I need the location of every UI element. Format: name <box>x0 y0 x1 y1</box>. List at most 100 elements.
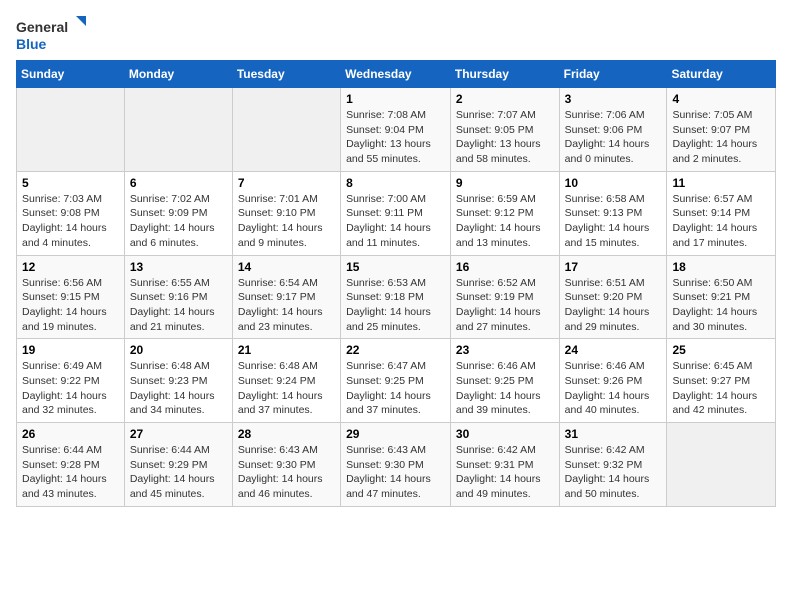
calendar-table: SundayMondayTuesdayWednesdayThursdayFrid… <box>16 60 776 507</box>
calendar-cell: 11Sunrise: 6:57 AM Sunset: 9:14 PM Dayli… <box>667 171 776 255</box>
day-info: Sunrise: 6:57 AM Sunset: 9:14 PM Dayligh… <box>672 192 770 251</box>
day-info: Sunrise: 6:48 AM Sunset: 9:24 PM Dayligh… <box>238 359 335 418</box>
day-info: Sunrise: 6:48 AM Sunset: 9:23 PM Dayligh… <box>130 359 227 418</box>
day-header-sunday: Sunday <box>17 61 125 88</box>
calendar-cell: 18Sunrise: 6:50 AM Sunset: 9:21 PM Dayli… <box>667 255 776 339</box>
day-header-thursday: Thursday <box>450 61 559 88</box>
svg-text:Blue: Blue <box>16 36 47 52</box>
logo: General Blue <box>16 16 86 52</box>
day-info: Sunrise: 7:03 AM Sunset: 9:08 PM Dayligh… <box>22 192 119 251</box>
calendar-cell: 12 Sunrise: 6:56 AM Sunset: 9:15 PM Dayli… <box>17 255 125 339</box>
day-info: Sunrise: 7:01 AM Sunset: 9:10 PM Dayligh… <box>238 192 335 251</box>
day-number: 22 <box>346 343 445 357</box>
day-info: Sunrise: 6:59 AM Sunset: 9:12 PM Dayligh… <box>456 192 554 251</box>
calendar-cell <box>232 88 340 172</box>
logo-svg: General Blue <box>16 16 86 52</box>
day-number: 5 <box>22 176 119 190</box>
week-row-3: 12 Sunrise: 6:56 AM Sunset: 9:15 PM Dayli… <box>17 255 776 339</box>
day-info: Sunrise: 6:54 AM Sunset: 9:17 PM Dayligh… <box>238 276 335 335</box>
calendar-cell: 3 Sunrise: 7:06 AM Sunset: 9:06 PM Daylig… <box>559 88 667 172</box>
day-info: Sunrise: 6:42 AM Sunset: 9:32 PM Dayligh… <box>565 443 662 502</box>
day-number: 4 <box>672 92 770 106</box>
day-number: 24 <box>565 343 662 357</box>
day-info: Sunrise: 6:42 AM Sunset: 9:31 PM Dayligh… <box>456 443 554 502</box>
calendar-cell: 27Sunrise: 6:44 AM Sunset: 9:29 PM Dayli… <box>124 423 232 507</box>
day-header-friday: Friday <box>559 61 667 88</box>
day-info: Sunrise: 7:07 AM Sunset: 9:05 PM Dayligh… <box>456 108 554 167</box>
day-number: 1 <box>346 92 445 106</box>
day-info: Sunrise: 6:49 AM Sunset: 9:22 PM Dayligh… <box>22 359 119 418</box>
day-number: 20 <box>130 343 227 357</box>
calendar-cell <box>667 423 776 507</box>
day-number: 12 <box>22 260 119 274</box>
week-row-1: 1 Sunrise: 7:08 AM Sunset: 9:04 PM Daylig… <box>17 88 776 172</box>
calendar-cell: 21 Sunrise: 6:48 AM Sunset: 9:24 PM Dayli… <box>232 339 340 423</box>
calendar-cell: 14 Sunrise: 6:54 AM Sunset: 9:17 PM Dayli… <box>232 255 340 339</box>
calendar-cell: 25 Sunrise: 6:45 AM Sunset: 9:27 PM Dayli… <box>667 339 776 423</box>
calendar-cell: 10Sunrise: 6:58 AM Sunset: 9:13 PM Dayli… <box>559 171 667 255</box>
day-header-wednesday: Wednesday <box>341 61 451 88</box>
day-header-monday: Monday <box>124 61 232 88</box>
day-number: 14 <box>238 260 335 274</box>
day-info: Sunrise: 6:45 AM Sunset: 9:27 PM Dayligh… <box>672 359 770 418</box>
day-info: Sunrise: 7:06 AM Sunset: 9:06 PM Dayligh… <box>565 108 662 167</box>
week-row-2: 5 Sunrise: 7:03 AM Sunset: 9:08 PM Daylig… <box>17 171 776 255</box>
day-number: 21 <box>238 343 335 357</box>
day-number: 6 <box>130 176 227 190</box>
calendar-cell: 24 Sunrise: 6:46 AM Sunset: 9:26 PM Dayli… <box>559 339 667 423</box>
calendar-cell: 13Sunrise: 6:55 AM Sunset: 9:16 PM Dayli… <box>124 255 232 339</box>
day-number: 23 <box>456 343 554 357</box>
day-number: 2 <box>456 92 554 106</box>
day-number: 3 <box>565 92 662 106</box>
day-number: 10 <box>565 176 662 190</box>
day-info: Sunrise: 6:43 AM Sunset: 9:30 PM Dayligh… <box>346 443 445 502</box>
day-info: Sunrise: 7:08 AM Sunset: 9:04 PM Dayligh… <box>346 108 445 167</box>
day-number: 15 <box>346 260 445 274</box>
day-number: 13 <box>130 260 227 274</box>
calendar-cell: 4 Sunrise: 7:05 AM Sunset: 9:07 PM Daylig… <box>667 88 776 172</box>
day-info: Sunrise: 6:51 AM Sunset: 9:20 PM Dayligh… <box>565 276 662 335</box>
calendar-cell: 7 Sunrise: 7:01 AM Sunset: 9:10 PM Daylig… <box>232 171 340 255</box>
calendar-cell: 16 Sunrise: 6:52 AM Sunset: 9:19 PM Dayli… <box>450 255 559 339</box>
day-number: 9 <box>456 176 554 190</box>
day-info: Sunrise: 6:50 AM Sunset: 9:21 PM Dayligh… <box>672 276 770 335</box>
calendar-cell: 6 Sunrise: 7:02 AM Sunset: 9:09 PM Daylig… <box>124 171 232 255</box>
calendar-cell: 1 Sunrise: 7:08 AM Sunset: 9:04 PM Daylig… <box>341 88 451 172</box>
svg-text:General: General <box>16 19 68 35</box>
day-info: Sunrise: 6:46 AM Sunset: 9:26 PM Dayligh… <box>565 359 662 418</box>
calendar-cell: 20 Sunrise: 6:48 AM Sunset: 9:23 PM Dayli… <box>124 339 232 423</box>
calendar-cell: 9 Sunrise: 6:59 AM Sunset: 9:12 PM Daylig… <box>450 171 559 255</box>
day-info: Sunrise: 6:53 AM Sunset: 9:18 PM Dayligh… <box>346 276 445 335</box>
calendar-cell: 31 Sunrise: 6:42 AM Sunset: 9:32 PM Dayli… <box>559 423 667 507</box>
day-number: 30 <box>456 427 554 441</box>
calendar-cell: 8 Sunrise: 7:00 AM Sunset: 9:11 PM Daylig… <box>341 171 451 255</box>
calendar-cell: 30 Sunrise: 6:42 AM Sunset: 9:31 PM Dayli… <box>450 423 559 507</box>
day-info: Sunrise: 6:56 AM Sunset: 9:15 PM Dayligh… <box>22 276 119 335</box>
calendar-cell: 26 Sunrise: 6:44 AM Sunset: 9:28 PM Dayli… <box>17 423 125 507</box>
day-number: 27 <box>130 427 227 441</box>
day-number: 25 <box>672 343 770 357</box>
day-info: Sunrise: 6:52 AM Sunset: 9:19 PM Dayligh… <box>456 276 554 335</box>
day-info: Sunrise: 6:43 AM Sunset: 9:30 PM Dayligh… <box>238 443 335 502</box>
day-number: 28 <box>238 427 335 441</box>
calendar-cell: 19Sunrise: 6:49 AM Sunset: 9:22 PM Dayli… <box>17 339 125 423</box>
calendar-cell: 5 Sunrise: 7:03 AM Sunset: 9:08 PM Daylig… <box>17 171 125 255</box>
day-number: 31 <box>565 427 662 441</box>
day-number: 16 <box>456 260 554 274</box>
day-info: Sunrise: 6:44 AM Sunset: 9:28 PM Dayligh… <box>22 443 119 502</box>
day-info: Sunrise: 7:05 AM Sunset: 9:07 PM Dayligh… <box>672 108 770 167</box>
calendar-cell: 23 Sunrise: 6:46 AM Sunset: 9:25 PM Dayli… <box>450 339 559 423</box>
day-info: Sunrise: 6:46 AM Sunset: 9:25 PM Dayligh… <box>456 359 554 418</box>
day-info: Sunrise: 7:02 AM Sunset: 9:09 PM Dayligh… <box>130 192 227 251</box>
calendar-cell <box>124 88 232 172</box>
day-info: Sunrise: 7:00 AM Sunset: 9:11 PM Dayligh… <box>346 192 445 251</box>
week-row-4: 19Sunrise: 6:49 AM Sunset: 9:22 PM Dayli… <box>17 339 776 423</box>
page-header: General Blue <box>16 16 776 52</box>
day-number: 26 <box>22 427 119 441</box>
calendar-cell: 29Sunrise: 6:43 AM Sunset: 9:30 PM Dayli… <box>341 423 451 507</box>
day-number: 7 <box>238 176 335 190</box>
calendar-cell: 15 Sunrise: 6:53 AM Sunset: 9:18 PM Dayli… <box>341 255 451 339</box>
day-header-saturday: Saturday <box>667 61 776 88</box>
day-number: 8 <box>346 176 445 190</box>
day-number: 17 <box>565 260 662 274</box>
